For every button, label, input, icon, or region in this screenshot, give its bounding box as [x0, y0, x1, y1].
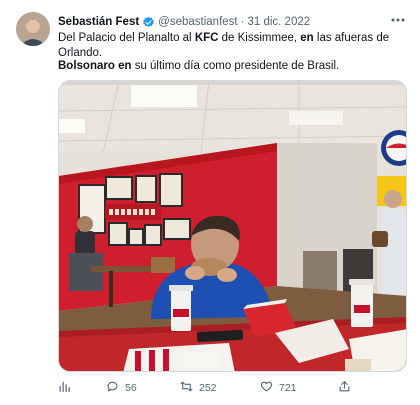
more-options-icon[interactable] — [390, 12, 406, 28]
author-handle[interactable]: @sebastianfest — [158, 16, 237, 28]
header-separator: · — [240, 16, 245, 28]
tweet-actions-bar: 56 252 721 — [58, 378, 358, 398]
retweet-icon — [180, 380, 193, 396]
share-icon — [338, 380, 351, 396]
avatar[interactable] — [16, 12, 50, 46]
tweet-date[interactable]: 31 dic. 2022 — [247, 16, 310, 28]
tweet-text-line-1: Del Palacio del Planalto al KFC de Kissi… — [58, 31, 408, 61]
heart-icon — [260, 380, 273, 396]
like-button[interactable]: 721 — [260, 380, 297, 396]
text-kfc: KFC — [194, 32, 219, 44]
text-span: Del Palacio del Planalto al — [58, 32, 195, 44]
tweet-photo[interactable] — [58, 80, 407, 372]
reply-icon — [106, 380, 119, 396]
views-button[interactable] — [58, 380, 71, 396]
text-en: en — [118, 60, 132, 72]
text-span: de Kissimmee, — [218, 32, 301, 44]
tweet-card[interactable]: Sebastián Fest @sebastianfest · 31 dic. … — [0, 0, 420, 405]
text-bolsonaro: Bolsonaro — [58, 60, 115, 72]
text-span: su último día como presidente de Brasil. — [131, 60, 340, 72]
verified-badge-icon — [142, 16, 155, 29]
tweet-header: Sebastián Fest @sebastianfest · 31 dic. … — [58, 13, 380, 31]
reply-button[interactable]: 56 — [106, 380, 137, 396]
like-count: 721 — [279, 382, 297, 394]
reply-count: 56 — [125, 382, 137, 394]
retweet-button[interactable]: 252 — [180, 380, 217, 396]
tweet-text-line-2: Bolsonaro en su último día como presiden… — [58, 59, 408, 74]
author-name[interactable]: Sebastián Fest — [58, 16, 139, 28]
retweet-count: 252 — [199, 382, 217, 394]
share-button[interactable] — [338, 380, 351, 396]
text-en: en — [300, 32, 314, 44]
analytics-icon — [58, 380, 71, 396]
